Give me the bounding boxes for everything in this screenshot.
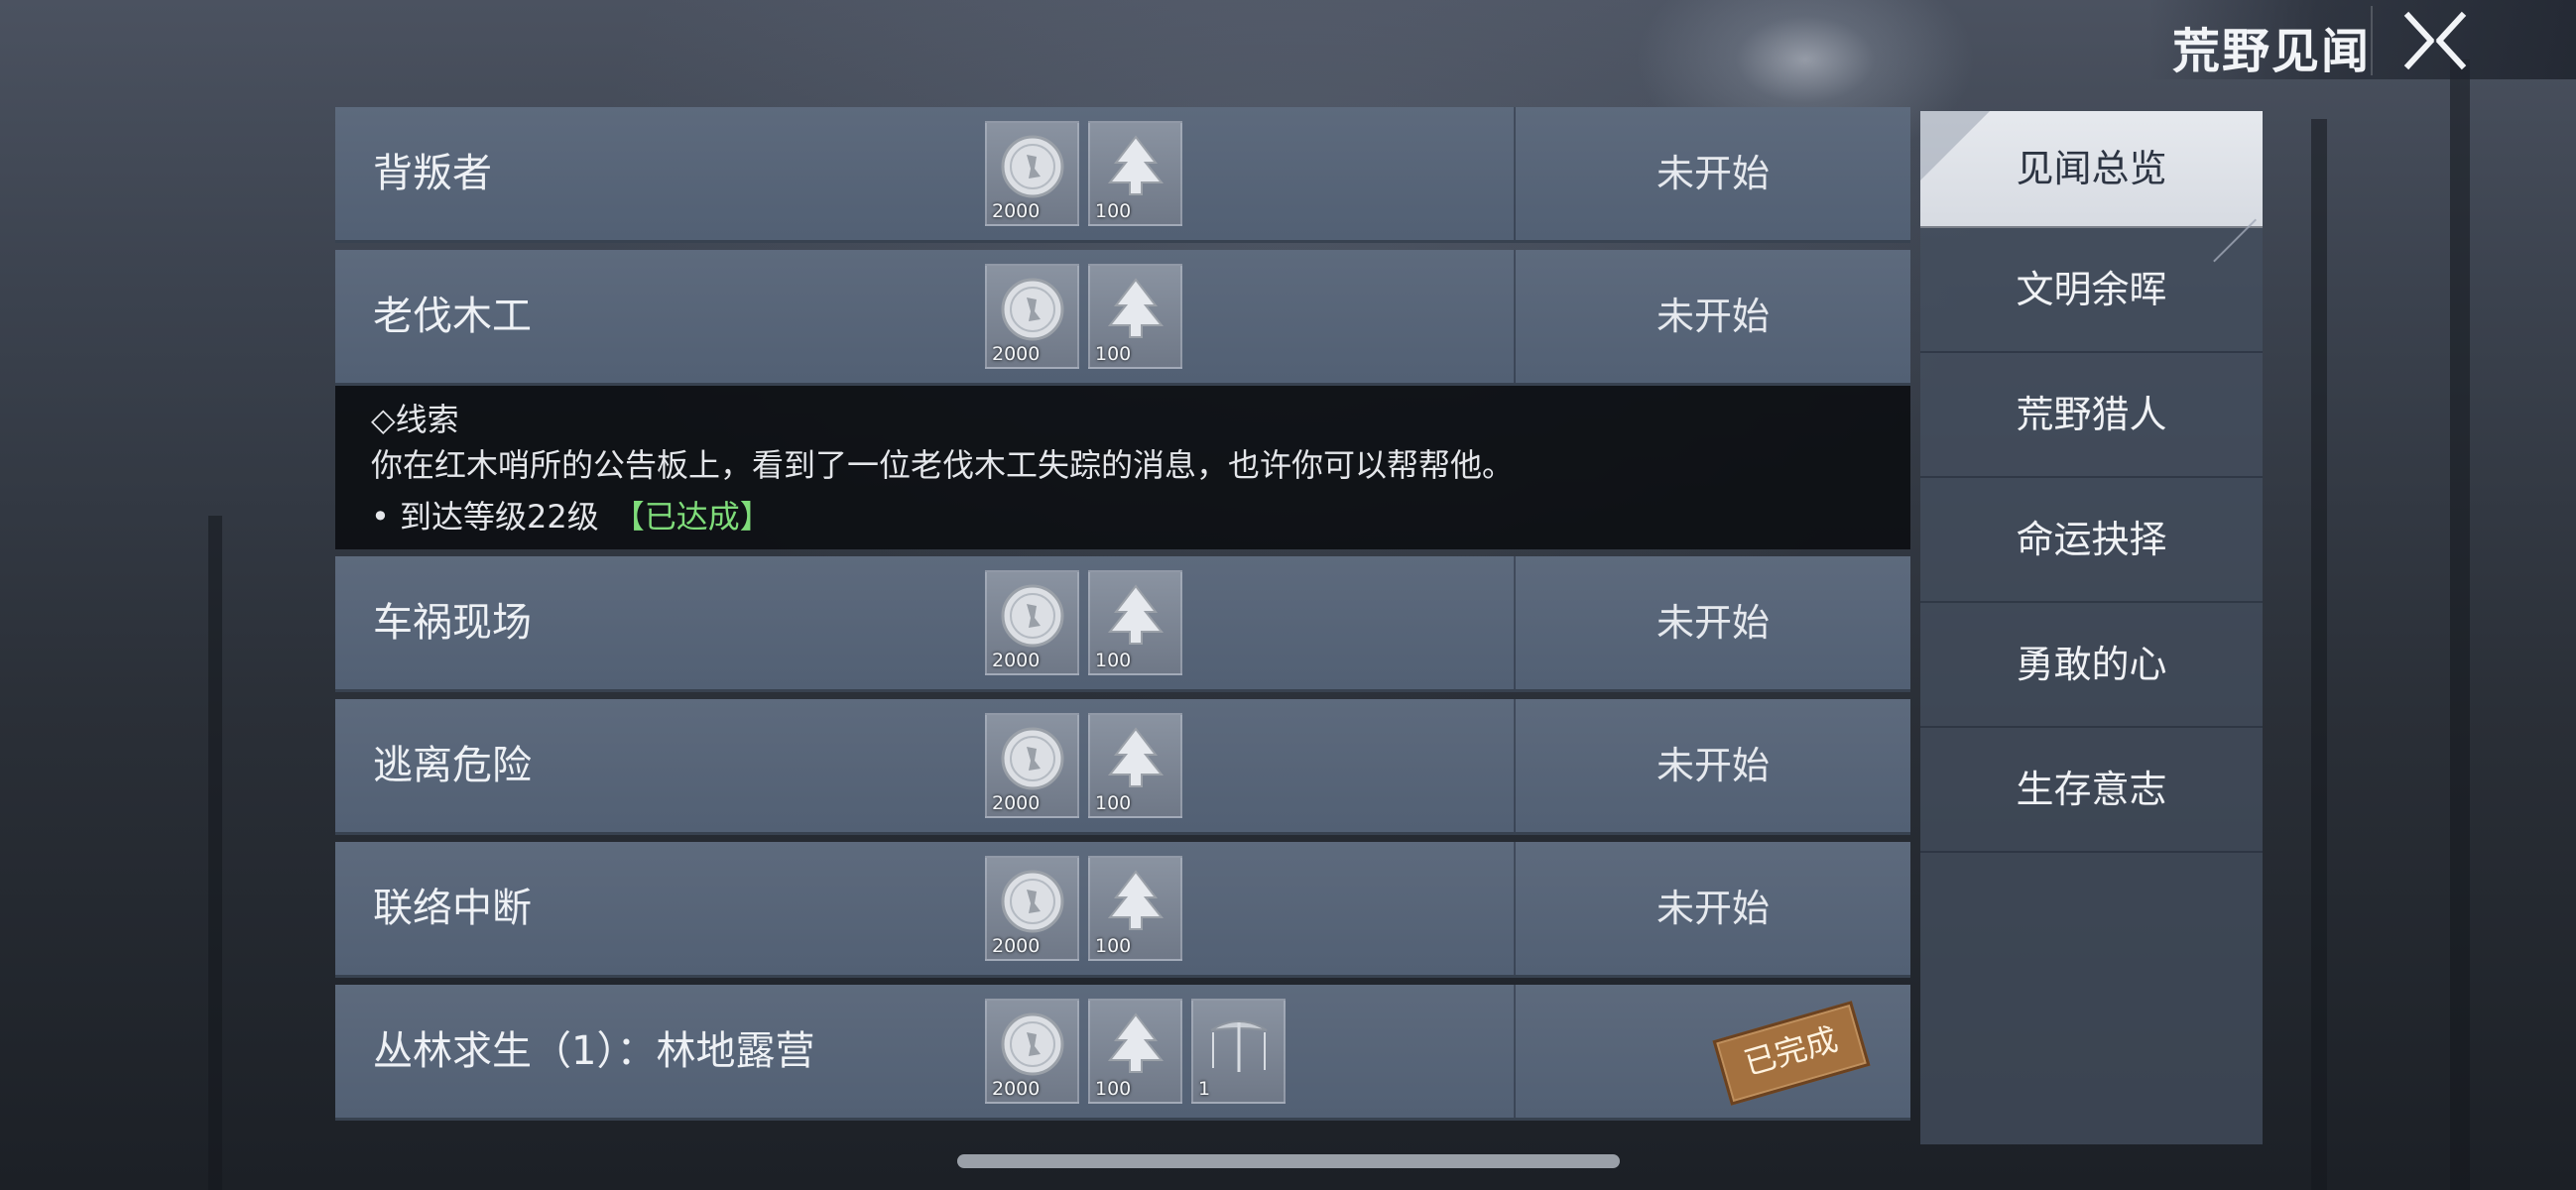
- quest-status: 未开始: [1656, 887, 1770, 930]
- reward-quantity: 1: [1198, 1078, 1211, 1100]
- background-tree: [2311, 119, 2327, 1190]
- page-title: 荒野见闻: [2172, 24, 2372, 79]
- quest-name: 老伐木工: [373, 294, 532, 339]
- reward-item[interactable]: 2000: [985, 856, 1079, 961]
- quest-status: 未开始: [1656, 295, 1770, 338]
- sidebar-item-overview[interactable]: 见闻总览: [1920, 111, 2263, 228]
- tree-emblem-icon: [1107, 135, 1165, 195]
- tree-emblem-icon: [1107, 1012, 1165, 1073]
- reward-list: 2000 100: [985, 121, 1182, 226]
- reward-item[interactable]: 100: [1088, 264, 1182, 369]
- tree-emblem-icon: [1107, 727, 1165, 787]
- coin-icon: [1001, 584, 1064, 648]
- reward-quantity: 100: [1095, 200, 1132, 222]
- column-divider: [1514, 985, 1516, 1118]
- requirement-text: • 到达等级22级: [371, 498, 599, 536]
- reward-quantity: 2000: [992, 792, 1041, 814]
- title-divider: [2371, 6, 2373, 75]
- quest-row[interactable]: 背叛者 2000 100 未开始: [335, 107, 1910, 243]
- reward-item[interactable]: 100: [1088, 999, 1182, 1104]
- completed-stamp: 已完成: [1712, 1001, 1871, 1106]
- reward-quantity: 2000: [992, 650, 1041, 671]
- reward-item[interactable]: 1: [1191, 999, 1286, 1104]
- quest-name: 背叛者: [373, 151, 492, 196]
- reward-item[interactable]: 2000: [985, 570, 1079, 675]
- sidebar-item-survival[interactable]: 生存意志: [1920, 728, 2263, 853]
- tree-emblem-icon: [1107, 870, 1165, 930]
- reward-quantity: 100: [1095, 1078, 1132, 1100]
- coin-icon: [1001, 278, 1064, 341]
- quest-row[interactable]: 联络中断 2000 100 未开始: [335, 842, 1910, 978]
- reward-item[interactable]: 100: [1088, 713, 1182, 818]
- quest-name: 逃离危险: [373, 743, 532, 788]
- coin-icon: [1001, 1012, 1064, 1076]
- quest-list: 背叛者 2000 100 未开始 老伐木工 2000 100 未开始 ◇线索 你…: [335, 107, 1910, 1128]
- reward-item[interactable]: 100: [1088, 121, 1182, 226]
- quest-name: 联络中断: [373, 886, 532, 931]
- umbrella-icon: [1210, 1020, 1268, 1072]
- tree-emblem-icon: [1107, 278, 1165, 338]
- reward-quantity: 100: [1095, 792, 1132, 814]
- reward-quantity: 2000: [992, 343, 1041, 365]
- quest-status: 未开始: [1656, 744, 1770, 787]
- sidebar-item-brave-heart[interactable]: 勇敢的心: [1920, 603, 2263, 728]
- reward-list: 2000 100: [985, 856, 1182, 961]
- quest-name: 车祸现场: [373, 600, 532, 646]
- reward-item[interactable]: 100: [1088, 856, 1182, 961]
- quest-row[interactable]: 逃离危险 2000 100 未开始: [335, 699, 1910, 835]
- coin-icon: [1001, 135, 1064, 198]
- reward-item[interactable]: 2000: [985, 121, 1079, 226]
- reward-item[interactable]: 2000: [985, 999, 1079, 1104]
- quest-name: 丛林求生（1）：林地露营: [373, 1028, 815, 1074]
- coin-icon: [1001, 870, 1064, 933]
- reward-item[interactable]: 2000: [985, 713, 1079, 818]
- reward-list: 2000 100 1: [985, 999, 1286, 1104]
- close-icon: [2403, 11, 2467, 70]
- clue-description: 你在红木哨所的公告板上，看到了一位老伐木工失踪的消息，也许你可以帮帮他。: [371, 446, 1515, 484]
- close-button[interactable]: [2400, 10, 2470, 71]
- clue-panel: ◇线索 你在红木哨所的公告板上，看到了一位老伐木工失踪的消息，也许你可以帮帮他。…: [335, 386, 1910, 549]
- home-indicator[interactable]: [957, 1154, 1620, 1168]
- quest-row[interactable]: 丛林求生（1）：林地露营 2000 100 1 已完成: [335, 985, 1910, 1121]
- quest-row[interactable]: 老伐木工 2000 100 未开始: [335, 250, 1910, 386]
- quest-status: 未开始: [1656, 601, 1770, 645]
- reward-quantity: 2000: [992, 200, 1041, 222]
- background-tree: [2450, 60, 2470, 1190]
- quest-row[interactable]: 车祸现场 2000 100 未开始: [335, 556, 1910, 692]
- reward-list: 2000 100: [985, 713, 1182, 818]
- reward-quantity: 100: [1095, 935, 1132, 957]
- clue-title: ◇线索: [371, 401, 459, 438]
- sidebar-item-fate[interactable]: 命运抉择: [1920, 478, 2263, 603]
- tree-emblem-icon: [1107, 584, 1165, 645]
- reward-list: 2000 100: [985, 570, 1182, 675]
- quest-status: 未开始: [1656, 152, 1770, 195]
- reward-quantity: 2000: [992, 1078, 1041, 1100]
- coin-icon: [1001, 727, 1064, 790]
- reward-item[interactable]: 100: [1088, 570, 1182, 675]
- sidebar-item-civilization[interactable]: 文明余晖: [1920, 228, 2263, 353]
- reward-quantity: 100: [1095, 343, 1132, 365]
- reward-list: 2000 100: [985, 264, 1182, 369]
- requirement-status: 【已达成】: [612, 498, 772, 536]
- reward-item[interactable]: 2000: [985, 264, 1079, 369]
- background-tree: [208, 516, 222, 1190]
- reward-quantity: 100: [1095, 650, 1132, 671]
- category-sidebar: 见闻总览 文明余晖 荒野猎人 命运抉择 勇敢的心 生存意志: [1920, 111, 2263, 1144]
- clue-requirement: • 到达等级22级 【已达成】: [371, 491, 1910, 542]
- sidebar-item-hunter[interactable]: 荒野猎人: [1920, 353, 2263, 478]
- reward-quantity: 2000: [992, 935, 1041, 957]
